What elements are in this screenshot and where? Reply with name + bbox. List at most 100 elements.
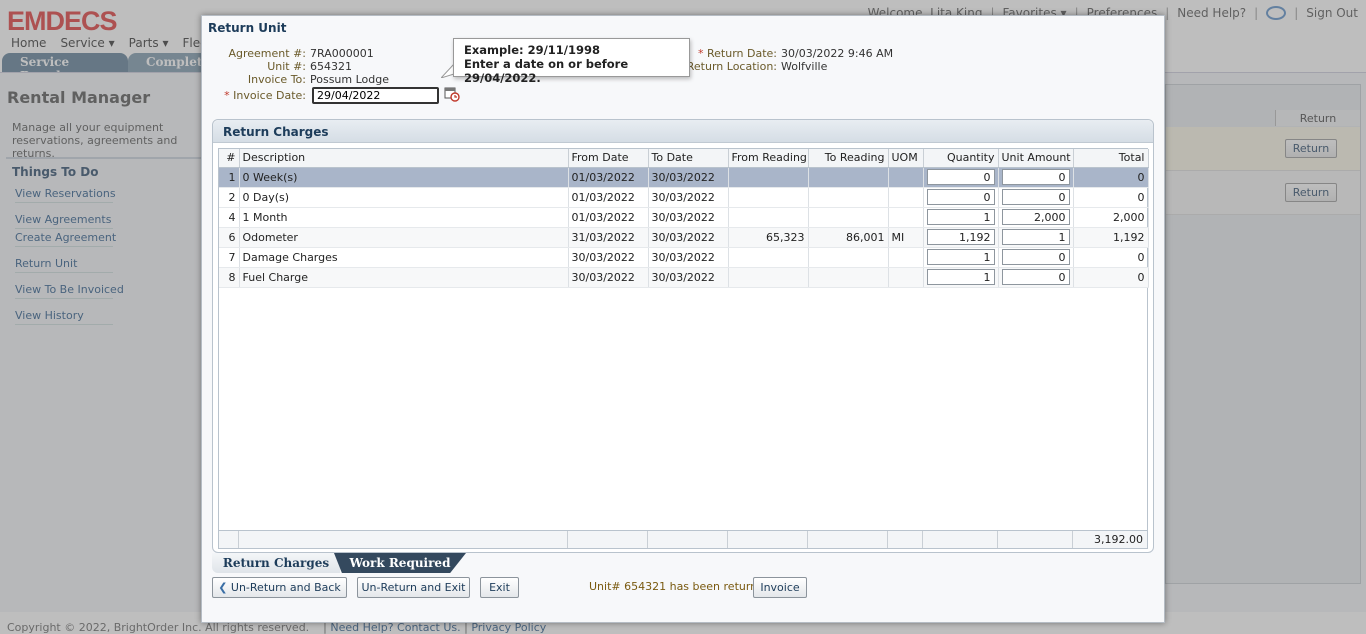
table-row[interactable]: 8 Fuel Charge 30/03/2022 30/03/2022 0 bbox=[219, 267, 1149, 288]
unit-number: Unit #: 654321 bbox=[210, 60, 352, 73]
charges-table: # Description From Date To Date From Rea… bbox=[219, 149, 1149, 288]
cell-from-reading bbox=[728, 207, 809, 228]
cell-to-reading bbox=[808, 167, 889, 188]
unit-amount-input[interactable] bbox=[1001, 209, 1070, 225]
cell-from-reading bbox=[728, 187, 809, 208]
cell-quantity bbox=[923, 167, 999, 188]
return-date-value: 30/03/2022 9:46 AM bbox=[781, 47, 894, 60]
table-row[interactable]: 7 Damage Charges 30/03/2022 30/03/2022 0 bbox=[219, 247, 1149, 268]
unit-amount-input[interactable] bbox=[1001, 189, 1070, 205]
cell-unit-amount bbox=[998, 207, 1074, 228]
cell-unit-amount bbox=[998, 187, 1074, 208]
cell-unit-amount bbox=[998, 167, 1074, 188]
col-to-date[interactable]: To Date bbox=[648, 149, 729, 168]
cell-from-date: 31/03/2022 bbox=[568, 227, 649, 248]
cell-to-reading bbox=[808, 207, 889, 228]
return-date: * Return Date: 30/03/2022 9:46 AM bbox=[677, 47, 893, 60]
unit-amount-input[interactable] bbox=[1001, 269, 1070, 285]
invoice-date-label: * Invoice Date: bbox=[210, 89, 306, 102]
cell-to-reading bbox=[808, 187, 889, 208]
cell-quantity bbox=[923, 227, 999, 248]
exit-button[interactable]: Exit bbox=[480, 577, 519, 598]
status-message: Unit# 654321 has been return bbox=[589, 580, 758, 593]
quantity-input[interactable] bbox=[926, 249, 995, 265]
cell-from-reading bbox=[728, 167, 809, 188]
date-format-tooltip: Example: 29/11/1998 Enter a date on or b… bbox=[453, 38, 690, 85]
col-to-reading[interactable]: To Reading bbox=[808, 149, 889, 168]
col-uom[interactable]: UOM bbox=[888, 149, 924, 168]
col-total[interactable]: Total bbox=[1073, 149, 1149, 168]
cell-from-date: 01/03/2022 bbox=[568, 167, 649, 188]
cell-num: 7 bbox=[219, 247, 240, 268]
unit-amount-input[interactable] bbox=[1001, 169, 1070, 185]
cell-unit-amount bbox=[998, 267, 1074, 288]
unit-amount-input[interactable] bbox=[1001, 249, 1070, 265]
cell-description: Damage Charges bbox=[239, 247, 569, 268]
cell-total: 0 bbox=[1073, 267, 1149, 288]
return-location: * Return Location: Wolfville bbox=[677, 60, 828, 73]
quantity-input[interactable] bbox=[926, 209, 995, 225]
col-description[interactable]: Description bbox=[239, 149, 569, 168]
calendar-clock-icon[interactable] bbox=[444, 86, 460, 102]
cell-uom bbox=[888, 267, 924, 288]
table-row[interactable]: 1 0 Week(s) 01/03/2022 30/03/2022 0 bbox=[219, 167, 1149, 188]
invoice-button[interactable]: Invoice bbox=[753, 577, 807, 598]
cell-num: 1 bbox=[219, 167, 240, 188]
cell-unit-amount bbox=[998, 247, 1074, 268]
col-quantity[interactable]: Quantity bbox=[923, 149, 999, 168]
col-unit-amount[interactable]: Unit Amount bbox=[998, 149, 1074, 168]
cell-from-date: 30/03/2022 bbox=[568, 267, 649, 288]
cell-total: 0 bbox=[1073, 187, 1149, 208]
col-from-date[interactable]: From Date bbox=[568, 149, 649, 168]
cell-quantity bbox=[923, 267, 999, 288]
invoice-to-value: Possum Lodge bbox=[310, 73, 390, 86]
invoice-to-label: Invoice To: bbox=[247, 73, 306, 86]
cell-description: Odometer bbox=[239, 227, 569, 248]
cell-to-reading bbox=[808, 247, 889, 268]
table-row[interactable]: 4 1 Month 01/03/2022 30/03/2022 2,000 bbox=[219, 207, 1149, 228]
quantity-input[interactable] bbox=[926, 229, 995, 245]
agreement-value: 7RA000001 bbox=[310, 47, 374, 60]
cell-from-reading bbox=[728, 267, 809, 288]
agreement-label: Agreement #: bbox=[228, 47, 306, 60]
cell-quantity bbox=[923, 187, 999, 208]
col-from-reading[interactable]: From Reading bbox=[728, 149, 809, 168]
cell-to-date: 30/03/2022 bbox=[648, 187, 729, 208]
return-location-label-text: Return Location: bbox=[686, 60, 777, 73]
cell-quantity bbox=[923, 247, 999, 268]
cell-from-date: 01/03/2022 bbox=[568, 187, 649, 208]
cell-num: 8 bbox=[219, 267, 240, 288]
unreturn-back-label: Un-Return and Back bbox=[230, 581, 341, 594]
cell-num: 6 bbox=[219, 227, 240, 248]
return-charges-panel: Return Charges # Description From Date T… bbox=[212, 119, 1154, 553]
invoice-date-row: * Invoice Date: bbox=[210, 89, 306, 102]
tab-return-charges[interactable]: Return Charges bbox=[212, 553, 340, 573]
unit-amount-input[interactable] bbox=[1001, 229, 1070, 245]
cell-uom bbox=[888, 247, 924, 268]
return-date-label-text: Return Date: bbox=[707, 47, 777, 60]
cell-to-date: 30/03/2022 bbox=[648, 247, 729, 268]
table-row[interactable]: 6 Odometer 31/03/2022 30/03/2022 65,323 … bbox=[219, 227, 1149, 248]
invoice-date-input[interactable] bbox=[312, 87, 439, 104]
cell-unit-amount bbox=[998, 227, 1074, 248]
table-row[interactable]: 2 0 Day(s) 01/03/2022 30/03/2022 0 bbox=[219, 187, 1149, 208]
quantity-input[interactable] bbox=[926, 169, 995, 185]
cell-quantity bbox=[923, 207, 999, 228]
cell-from-reading bbox=[728, 247, 809, 268]
quantity-input[interactable] bbox=[926, 189, 995, 205]
back-arrow-icon: ❮ bbox=[218, 581, 228, 594]
quantity-input[interactable] bbox=[926, 269, 995, 285]
invoice-date-label-text: Invoice Date: bbox=[233, 89, 306, 102]
unreturn-exit-button[interactable]: Un-Return and Exit bbox=[357, 577, 470, 598]
col-num[interactable]: # bbox=[219, 149, 240, 168]
cell-to-date: 30/03/2022 bbox=[648, 267, 729, 288]
required-mark: * bbox=[698, 47, 704, 60]
return-unit-dialog: Return Unit Agreement #: 7RA000001 Unit #… bbox=[201, 15, 1165, 623]
charges-grid: # Description From Date To Date From Rea… bbox=[218, 148, 1149, 549]
grid-totals-row: 3,192.00 bbox=[219, 530, 1147, 548]
cell-total: 1,192 bbox=[1073, 227, 1149, 248]
return-date-label: * Return Date: bbox=[677, 47, 777, 60]
cell-to-reading: 86,001 bbox=[808, 227, 889, 248]
unreturn-back-button[interactable]: ❮ Un-Return and Back bbox=[212, 577, 347, 598]
tab-work-required[interactable]: Work Required bbox=[334, 553, 466, 573]
